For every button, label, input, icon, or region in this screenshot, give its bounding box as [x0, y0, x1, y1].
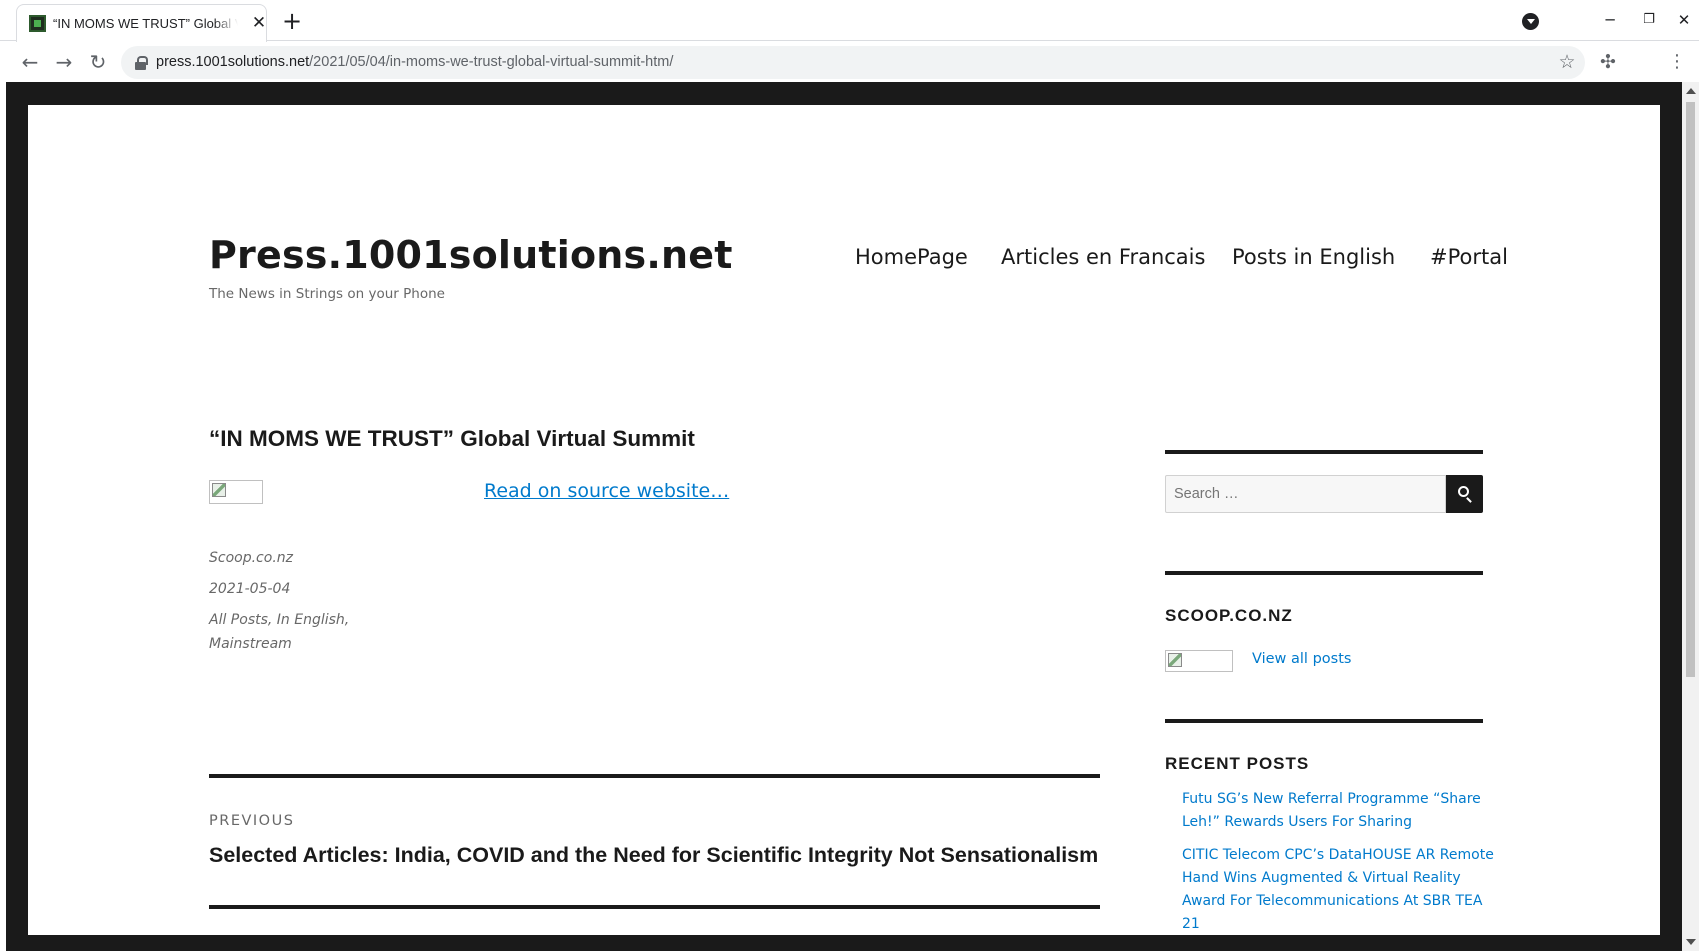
page-scrollbar[interactable] [1682, 82, 1699, 951]
window-close-icon[interactable]: ✕ [1669, 6, 1699, 34]
search-button[interactable] [1446, 475, 1483, 513]
previous-post-link[interactable]: Selected Articles: India, COVID and the … [209, 843, 1098, 868]
site-page: Press.1001solutions.net The News in Stri… [28, 105, 1660, 935]
browser-toolbar: ← → ↻ press.1001solutions.net/2021/05/04… [0, 42, 1699, 82]
search-widget-rule [1165, 450, 1483, 454]
tab-search-icon[interactable] [1522, 13, 1539, 30]
search-icon [1458, 486, 1469, 497]
article-image [209, 480, 263, 504]
article-categories[interactable]: All Posts, In English, Mainstream [209, 609, 409, 656]
article-source[interactable]: Scoop.co.nz [209, 547, 293, 571]
address-bar[interactable]: press.1001solutions.net/2021/05/04/in-mo… [121, 46, 1585, 79]
recent-posts-title: RECENT POSTS [1165, 754, 1310, 773]
close-tab-icon[interactable]: ✕ [250, 14, 268, 32]
new-tab-icon[interactable]: + [280, 9, 304, 33]
page-viewport: Press.1001solutions.net The News in Stri… [6, 82, 1682, 951]
author-widget-rule [1165, 571, 1483, 575]
recent-post-link[interactable]: Futu SG’s New Referral Programme “Share … [1182, 788, 1498, 834]
post-nav-label: PREVIOUS [209, 813, 295, 829]
view-all-posts-link[interactable]: View all posts [1252, 651, 1351, 667]
recent-post-link[interactable]: CITIC Telecom CPC’s DataHOUSE AR Remote … [1182, 844, 1498, 936]
browser-menu-icon[interactable]: ⋮ [1665, 50, 1689, 74]
nav-item-articles-en-francais[interactable]: Articles en Francais [1001, 245, 1205, 269]
reload-icon[interactable]: ↻ [84, 48, 112, 76]
search-field[interactable] [1165, 475, 1446, 513]
browser-chrome: “IN MOMS WE TRUST” Global Virtual Summit… [0, 0, 1699, 82]
tab-strip: “IN MOMS WE TRUST” Global Virtual Summit… [0, 0, 1699, 42]
forward-icon[interactable]: → [50, 48, 78, 76]
minimize-icon[interactable]: ─ [1595, 6, 1625, 34]
main-navigation: HomePage Articles en Francais Posts in E… [28, 245, 1660, 275]
recent-widget-rule [1165, 719, 1483, 723]
nav-item-posts-in-english[interactable]: Posts in English [1232, 245, 1395, 269]
article-title: “IN MOMS WE TRUST” Global Virtual Summit [209, 426, 695, 451]
scroll-thumb[interactable] [1686, 102, 1695, 677]
lock-icon [135, 56, 148, 70]
author-widget-title: SCOOP.CO.NZ [1165, 606, 1293, 625]
tab-title: “IN MOMS WE TRUST” Global Virtual Summit [53, 16, 238, 31]
nav-item-homepage[interactable]: HomePage [855, 245, 968, 269]
author-image [1165, 650, 1233, 672]
url-text: press.1001solutions.net/2021/05/04/in-mo… [156, 54, 674, 70]
site-description: The News in Strings on your Phone [209, 286, 445, 302]
scroll-down-icon[interactable] [1686, 939, 1696, 945]
read-on-source-link[interactable]: Read on source website… [484, 480, 729, 502]
post-nav-divider-bottom [209, 905, 1100, 909]
back-icon[interactable]: ← [16, 48, 44, 76]
browser-tab[interactable]: “IN MOMS WE TRUST” Global Virtual Summit… [16, 4, 267, 42]
post-nav-divider-top [209, 774, 1100, 778]
extensions-puzzle-icon[interactable]: ✣ [1596, 50, 1620, 74]
restore-icon[interactable]: ❐ [1634, 6, 1664, 34]
scroll-up-icon[interactable] [1686, 88, 1696, 94]
recent-posts-list: Futu SG’s New Referral Programme “Share … [1182, 788, 1498, 946]
nav-item-portal[interactable]: #Portal [1430, 245, 1508, 269]
site-favicon-icon [29, 15, 46, 32]
article-date[interactable]: 2021-05-04 [209, 578, 290, 602]
search-input[interactable] [1166, 476, 1445, 512]
bookmark-star-icon[interactable]: ☆ [1556, 51, 1578, 73]
